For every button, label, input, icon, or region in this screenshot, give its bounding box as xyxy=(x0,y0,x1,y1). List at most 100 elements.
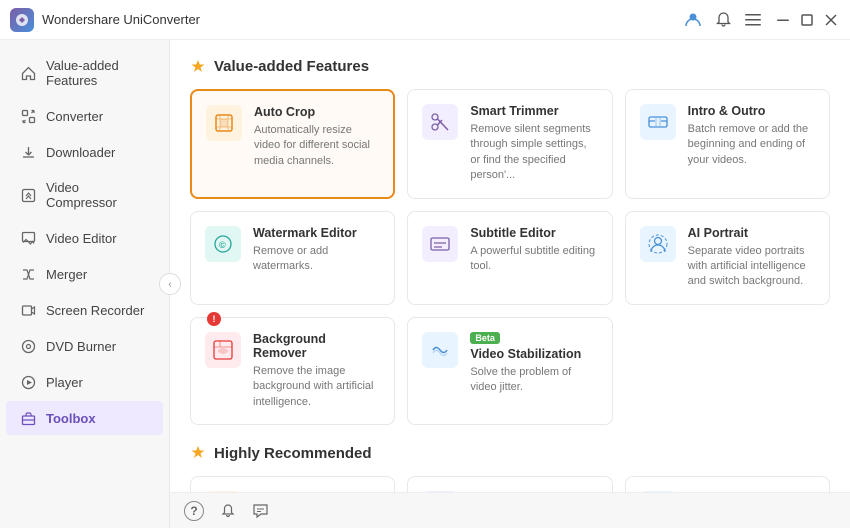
window-buttons xyxy=(774,11,840,29)
feature-card-intro-outro[interactable]: Intro & Outro Batch remove or add the be… xyxy=(625,89,830,199)
auto-crop-text: Auto Crop Automatically resize video for… xyxy=(254,105,379,169)
sidebar-collapse-button[interactable]: ‹ xyxy=(159,273,181,295)
intro-outro-title: Intro & Outro xyxy=(688,104,815,118)
auto-crop-icon xyxy=(206,105,242,141)
sidebar-converter-label: Converter xyxy=(46,109,103,124)
feature-card-watermark[interactable]: © Watermark Editor Remove or add waterma… xyxy=(190,211,395,305)
watermark-text: Watermark Editor Remove or add watermark… xyxy=(253,226,380,275)
subtitle-title: Subtitle Editor xyxy=(470,226,597,240)
sidebar-item-video-editor[interactable]: Video Editor xyxy=(6,221,163,255)
value-added-grid: Auto Crop Automatically resize video for… xyxy=(190,89,830,425)
bg-remover-desc: Remove the image background with artific… xyxy=(253,364,380,410)
auto-crop-desc: Automatically resize video for different… xyxy=(254,123,379,169)
merger-icon xyxy=(20,266,36,282)
watermark-desc: Remove or add watermarks. xyxy=(253,244,380,275)
bottombar: ? xyxy=(170,492,850,528)
toolbox-icon xyxy=(20,410,36,426)
ai-portrait-text: AI Portrait Separate video portraits wit… xyxy=(688,226,815,290)
video-stabilization-icon xyxy=(422,332,458,368)
ai-portrait-icon xyxy=(640,226,676,262)
video-stabilization-desc: Solve the problem of video jitter. xyxy=(470,365,597,396)
sidebar-item-toolbox[interactable]: Toolbox xyxy=(6,401,163,435)
sidebar-toolbox-label: Toolbox xyxy=(46,411,96,426)
dvd-icon xyxy=(20,338,36,354)
feature-card-gif-maker[interactable]: GIF GIF Maker Make GIF from videos or pi… xyxy=(407,476,612,492)
sidebar-item-home[interactable]: Value-added Features xyxy=(6,49,163,97)
titlebar-controls xyxy=(684,11,840,29)
sidebar-dvd-label: DVD Burner xyxy=(46,339,116,354)
recorder-icon xyxy=(20,302,36,318)
sidebar-item-merger[interactable]: Merger xyxy=(6,257,163,291)
feature-card-subtitle[interactable]: Subtitle Editor A powerful subtitle edit… xyxy=(407,211,612,305)
feature-card-bg-remover[interactable]: ! Background Remover Remove the image ba… xyxy=(190,317,395,425)
editor-icon xyxy=(20,230,36,246)
notification-icon[interactable] xyxy=(714,11,732,29)
intro-outro-text: Intro & Outro Batch remove or add the be… xyxy=(688,104,815,168)
feature-card-image-converter[interactable]: Image Converter Convert images to other … xyxy=(190,476,395,492)
sidebar-item-video-compressor[interactable]: Video Compressor xyxy=(6,171,163,219)
feature-card-auto-crop[interactable]: Auto Crop Automatically resize video for… xyxy=(190,89,395,199)
highly-recommended-section-header: Highly Recommended xyxy=(190,445,830,462)
bg-remover-title: Background Remover xyxy=(253,332,380,360)
feature-card-ai-portrait[interactable]: AI Portrait Separate video portraits wit… xyxy=(625,211,830,305)
subtitle-icon xyxy=(422,226,458,262)
sidebar-item-downloader[interactable]: Downloader xyxy=(6,135,163,169)
watermark-title: Watermark Editor xyxy=(253,226,380,240)
app-title: Wondershare UniConverter xyxy=(42,12,684,27)
sidebar: Value-added Features Converter Downloade… xyxy=(0,40,170,528)
ai-portrait-title: AI Portrait xyxy=(688,226,815,240)
feature-card-fix-metadata[interactable]: Fix Media Metadata Auto-fix and edit met… xyxy=(625,476,830,492)
value-added-section-header: Value-added Features xyxy=(190,58,830,75)
smart-trimmer-icon xyxy=(422,104,458,140)
video-stabilization-text: Beta Video Stabilization Solve the probl… xyxy=(470,332,597,396)
maximize-button[interactable] xyxy=(798,11,816,29)
value-added-title: Value-added Features xyxy=(214,58,369,75)
minimize-button[interactable] xyxy=(774,11,792,29)
highly-recommended-title: Highly Recommended xyxy=(214,445,372,462)
ai-portrait-desc: Separate video portraits with artificial… xyxy=(688,244,815,290)
sidebar-recorder-label: Screen Recorder xyxy=(46,303,144,318)
downloader-icon xyxy=(20,144,36,160)
bg-remover-text: Background Remover Remove the image back… xyxy=(253,332,380,410)
sidebar-merger-label: Merger xyxy=(46,267,87,282)
bg-remover-icon xyxy=(205,332,241,368)
bottombar-bell-icon[interactable] xyxy=(220,503,236,519)
player-icon xyxy=(20,374,36,390)
main-layout: Value-added Features Converter Downloade… xyxy=(0,40,850,528)
app-logo xyxy=(10,8,34,32)
feature-card-smart-trimmer[interactable]: Smart Trimmer Remove silent segments thr… xyxy=(407,89,612,199)
menu-icon[interactable] xyxy=(744,11,762,29)
subtitle-text: Subtitle Editor A powerful subtitle edit… xyxy=(470,226,597,275)
sidebar-editor-label: Video Editor xyxy=(46,231,117,246)
highly-recommended-icon xyxy=(190,445,206,461)
content-area: Value-added Features Auto Crop Automatic… xyxy=(170,40,850,492)
converter-icon xyxy=(20,108,36,124)
auto-crop-title: Auto Crop xyxy=(254,105,379,119)
sidebar-downloader-label: Downloader xyxy=(46,145,115,160)
sidebar-player-label: Player xyxy=(46,375,83,390)
smart-trimmer-text: Smart Trimmer Remove silent segments thr… xyxy=(470,104,597,184)
smart-trimmer-desc: Remove silent segments through simple se… xyxy=(470,122,597,184)
titlebar: Wondershare UniConverter xyxy=(0,0,850,40)
video-stabilization-title: Video Stabilization xyxy=(470,347,597,361)
intro-outro-icon xyxy=(640,104,676,140)
sidebar-item-screen-recorder[interactable]: Screen Recorder xyxy=(6,293,163,327)
watermark-icon: © xyxy=(205,226,241,262)
value-added-icon xyxy=(190,59,206,75)
feedback-icon[interactable] xyxy=(252,502,269,519)
sidebar-compressor-label: Video Compressor xyxy=(46,180,149,210)
close-button[interactable] xyxy=(822,11,840,29)
beta-badge: Beta xyxy=(470,332,500,344)
sidebar-item-player[interactable]: Player xyxy=(6,365,163,399)
smart-trimmer-title: Smart Trimmer xyxy=(470,104,597,118)
highly-recommended-grid: Image Converter Convert images to other … xyxy=(190,476,830,492)
intro-outro-desc: Batch remove or add the beginning and en… xyxy=(688,122,815,168)
subtitle-desc: A powerful subtitle editing tool. xyxy=(470,244,597,275)
svg-text:©: © xyxy=(219,240,226,250)
sidebar-item-dvd-burner[interactable]: DVD Burner xyxy=(6,329,163,363)
sidebar-item-converter[interactable]: Converter xyxy=(6,99,163,133)
help-icon[interactable]: ? xyxy=(184,501,204,521)
sidebar-home-label: Value-added Features xyxy=(46,58,149,88)
feature-card-video-stabilization[interactable]: Beta Video Stabilization Solve the probl… xyxy=(407,317,612,425)
user-icon[interactable] xyxy=(684,11,702,29)
